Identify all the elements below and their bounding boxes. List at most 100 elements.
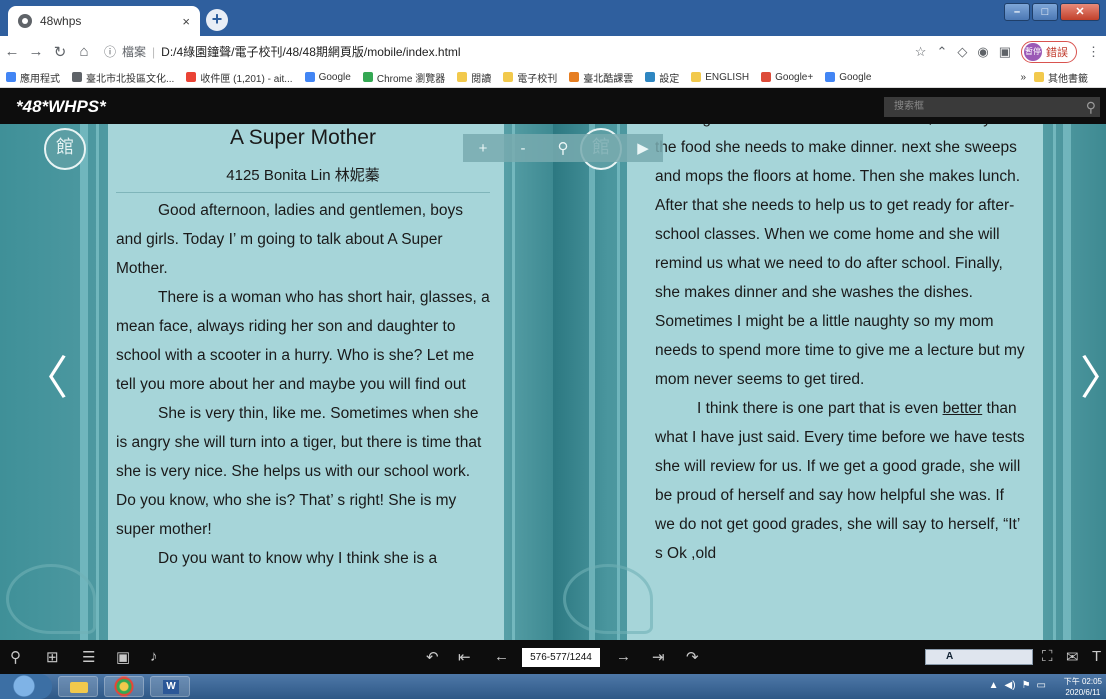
network-icon[interactable]: ▭ xyxy=(1037,680,1046,691)
extension-icon[interactable]: ⌃ xyxy=(936,44,947,60)
search-icon[interactable]: ⚲ xyxy=(1086,97,1096,117)
table-of-contents-icon[interactable]: ☰ xyxy=(82,648,95,666)
zoom-icon[interactable]: ⚲ xyxy=(10,648,21,666)
underlined-word: better xyxy=(942,400,983,417)
chrome-taskbar-button[interactable] xyxy=(104,676,144,697)
first-page-icon[interactable]: ⇤ xyxy=(458,648,471,666)
url-field[interactable]: D:/4綠園鐘聲/電子校刊/48/48期網頁版/mobile/index.htm… xyxy=(161,43,460,60)
zoom-in-button[interactable]: + xyxy=(463,140,503,157)
extension-icon-4[interactable]: ▣ xyxy=(999,44,1011,60)
new-tab-button[interactable]: + xyxy=(206,9,228,31)
right-page-text: morning and first she takes us to school… xyxy=(655,124,1027,568)
google-icon xyxy=(304,72,315,82)
gear-icon xyxy=(645,72,656,82)
extension-icon-3[interactable]: ◉ xyxy=(977,44,988,60)
bookmark-item[interactable]: 應用程式 xyxy=(6,70,60,85)
next-page-icon[interactable]: → xyxy=(616,648,631,665)
browser-title-bar: 48whps × + – □ ✕ xyxy=(0,0,1106,36)
page-border-stripe xyxy=(1053,124,1056,640)
bookmark-item[interactable]: 電子校刊 xyxy=(503,70,557,85)
bookmark-item[interactable]: 閱讀 xyxy=(457,70,491,85)
bookmark-item[interactable]: Google+ xyxy=(761,70,813,85)
left-page-text: Good afternoon, ladies and gentlemen, bo… xyxy=(116,196,492,573)
tab-close-button[interactable]: × xyxy=(182,14,190,29)
start-button[interactable] xyxy=(0,674,52,699)
apps-icon xyxy=(6,72,16,82)
bookmark-item[interactable]: ENGLISH xyxy=(691,70,749,85)
bookmark-label: Chrome 瀏覽器 xyxy=(376,73,446,85)
flipbook-brand: *48*WHPS* xyxy=(16,97,106,116)
file-explorer-button[interactable] xyxy=(58,676,98,697)
bookmark-label: 設定 xyxy=(659,73,680,85)
maximize-button[interactable]: □ xyxy=(1032,3,1058,21)
tab-title: 48whps xyxy=(40,14,82,28)
volume-icon[interactable]: ◀) xyxy=(1005,680,1016,691)
profile-status: 錯誤 xyxy=(1046,47,1068,59)
page-number-field[interactable]: 576-577/1244 xyxy=(522,648,600,667)
taskbar-clock[interactable]: 下午 02:05 2020/6/11 xyxy=(1064,676,1102,698)
other-bookmarks[interactable]: 其他書籤 xyxy=(1034,70,1088,85)
previous-page-arrow-icon[interactable]: 〈 xyxy=(22,350,68,406)
tray-arrow-icon[interactable]: ▲ xyxy=(989,680,999,691)
cooc-icon xyxy=(569,72,580,82)
bookmark-item[interactable]: 臺北市北投區文化... xyxy=(72,70,174,85)
text-icon[interactable]: T xyxy=(1092,648,1101,665)
zoom-search-icon[interactable]: ⚲ xyxy=(543,139,583,157)
bookmarks-more-icon[interactable]: » xyxy=(1020,72,1026,83)
browser-tab[interactable]: 48whps × xyxy=(8,6,200,36)
window-close-button[interactable]: ✕ xyxy=(1060,3,1100,21)
profile-button[interactable]: 暫停 錯誤 xyxy=(1021,41,1077,63)
back-arrow-icon[interactable]: ← xyxy=(0,43,24,60)
forward-arrow-icon[interactable]: → xyxy=(24,43,48,60)
gmail-icon xyxy=(186,72,197,82)
mail-icon[interactable]: ✉ xyxy=(1066,648,1079,666)
page-border-stripe xyxy=(96,124,99,640)
bookmark-label: ENGLISH xyxy=(705,71,750,83)
paragraph: I think there is one part that is even b… xyxy=(655,394,1027,568)
bookmark-item[interactable]: Google xyxy=(825,70,871,85)
bookmark-item[interactable]: Chrome 瀏覽器 xyxy=(362,70,446,85)
bookmarks-overflow: » 其他書籤 xyxy=(1020,70,1100,85)
minimize-button[interactable]: – xyxy=(1004,3,1030,21)
menu-icon[interactable]: ⋮ xyxy=(1087,44,1100,60)
flipbook-search-input[interactable]: 搜索框 ⚲ xyxy=(884,97,1100,117)
clock-date: 2020/6/11 xyxy=(1065,688,1101,697)
reload-icon[interactable]: ↻ xyxy=(48,43,72,61)
cursor-icon[interactable]: ▶ xyxy=(623,139,663,157)
chrome-icon xyxy=(362,72,373,82)
redo-icon[interactable]: ↷ xyxy=(686,648,699,666)
zoom-out-button[interactable]: - xyxy=(503,140,543,157)
bookmark-label: 臺北酷課雲 xyxy=(583,73,634,85)
slideshow-icon[interactable]: ▣ xyxy=(116,648,130,666)
bookmarks-bar: 應用程式 臺北市北投區文化... 收件匣 (1,201) - ait... Googl… xyxy=(0,67,1106,88)
bookmark-item[interactable]: 設定 xyxy=(645,70,679,85)
ime-label: A xyxy=(946,651,954,662)
fullscreen-icon[interactable]: ⛶ xyxy=(1042,648,1053,665)
previous-page-icon[interactable]: ← xyxy=(494,648,509,665)
next-page-arrow-icon[interactable]: 〉 xyxy=(1080,350,1106,406)
home-icon[interactable]: ⌂ xyxy=(72,43,96,60)
avatar: 暫停 xyxy=(1024,43,1042,61)
paragraph-cut-line: morning and first she takes us to school… xyxy=(655,124,1027,133)
url-scheme-label: 檔案 xyxy=(122,45,147,59)
flag-icon[interactable]: ⚑ xyxy=(1022,680,1031,691)
article-author: 4125 Bonita Lin 林妮蓁 xyxy=(226,167,380,184)
bookmark-star-icon[interactable]: ☆ xyxy=(915,44,927,60)
undo-icon[interactable]: ↶ xyxy=(426,648,439,666)
bookmark-item[interactable]: 臺北酷課雲 xyxy=(569,70,633,85)
site-info-icon[interactable]: ⓘ xyxy=(104,43,116,60)
flipbook-toolbar: ⚲ ⊞ ☰ ▣ ♪ ↶ ⇤ ← 576-577/1244 → ⇥ ↷ A ⛶ ✉… xyxy=(0,640,1106,674)
bookmark-item[interactable]: 收件匣 (1,201) - ait... xyxy=(186,70,293,85)
extension-icon-2[interactable]: ◇ xyxy=(957,44,967,60)
sound-icon[interactable]: ♪ xyxy=(150,648,158,665)
ime-language-bar[interactable]: A xyxy=(925,649,1033,665)
bookmark-label: 應用程式 xyxy=(20,73,60,85)
thumbnails-icon[interactable]: ⊞ xyxy=(46,648,59,666)
article-title: A Super Mother xyxy=(230,126,376,149)
left-page[interactable]: 館 A Super Mother 4125 Bonita Lin 林妮蓁 Goo… xyxy=(0,124,553,640)
last-page-icon[interactable]: ⇥ xyxy=(652,648,665,666)
page-border-stripe xyxy=(589,124,595,640)
bookmark-item[interactable]: Google xyxy=(304,70,351,85)
word-taskbar-button[interactable] xyxy=(150,676,190,697)
address-bar-row: ← → ↻ ⌂ ⓘ 檔案 | D:/4綠園鐘聲/電子校刊/48/48期網頁版/m… xyxy=(0,36,1106,67)
